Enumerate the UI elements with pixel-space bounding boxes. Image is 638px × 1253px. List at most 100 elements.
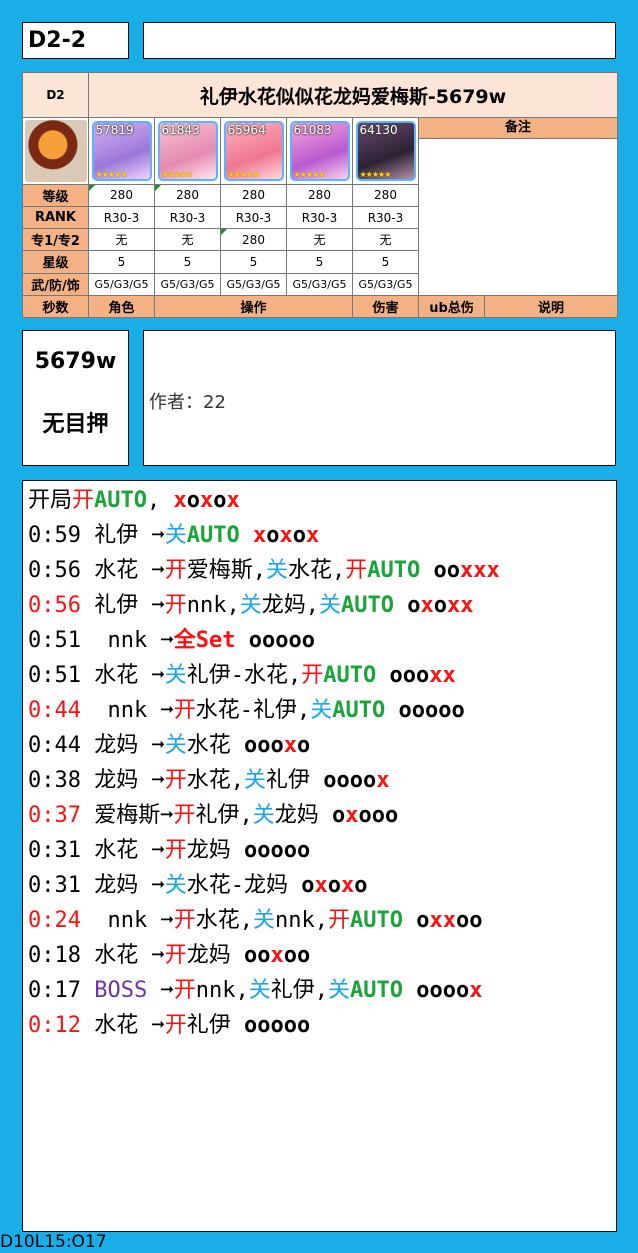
timeline-line: 开局开AUTO, xoxox	[23, 483, 616, 518]
timeline-segment: ➞	[151, 943, 165, 968]
timeline-segment: nnk,	[195, 978, 249, 1003]
star-icons: ★★★★★	[293, 170, 326, 180]
timeline-segment: 开	[173, 908, 196, 933]
timeline-segment	[240, 523, 253, 548]
char-power: 61843	[161, 123, 200, 138]
timeline-segment: 0:31 龙妈	[28, 873, 152, 898]
timeline-segment: 关	[164, 523, 187, 548]
timeline-segment: 礼伊	[266, 768, 324, 793]
timeline-segment: 礼伊-水花,	[186, 663, 302, 688]
timeline-segment: 全Set	[173, 628, 236, 653]
boss-icon	[24, 120, 87, 183]
level-value: 280	[88, 183, 155, 208]
timeline-line: 0:31 水花 ➞开龙妈 ooooo	[23, 833, 616, 868]
hit-marks: oooxx	[389, 663, 456, 688]
timeline-segment	[403, 908, 416, 933]
team-title: 礼伊水花似似花龙妈爱梅斯-5679w	[87, 71, 619, 119]
timeline-segment	[420, 558, 433, 583]
timeline-segment: ,	[147, 488, 174, 513]
timeline-segment: 0:17	[28, 978, 95, 1003]
timeline-segment: 开	[164, 593, 187, 618]
timeline-segment: AUTO	[350, 978, 403, 1003]
star-icons: ★★★★★	[227, 170, 260, 180]
timeline-segment: 开	[164, 943, 187, 968]
timeline-segment: 龙妈	[186, 943, 244, 968]
timeline-segment: nnk,	[186, 593, 240, 618]
header-action: 操作	[154, 294, 353, 319]
timeline-segment	[147, 978, 160, 1003]
timeline-line: 0:37 爱梅斯➞开礼伊,关龙妈 oxooo	[23, 798, 616, 833]
timeline-segment: BOSS	[94, 978, 148, 1003]
equipment-value: G5/G3/G5	[352, 272, 419, 296]
timeline-segment: 0:56 水花	[28, 558, 152, 583]
header-description: 说明	[483, 294, 619, 319]
star-value: 5	[220, 250, 287, 274]
note-box: 作者：22	[143, 330, 616, 466]
timeline-segment: 水花-龙妈	[186, 873, 302, 898]
notes-header: 备注	[419, 118, 617, 140]
timeline-segment: AUTO	[367, 558, 421, 583]
timeline-segment: ➞	[151, 768, 165, 793]
timeline-segment: 0:31 水花	[28, 838, 152, 863]
timeline-segment: 礼伊,	[270, 978, 328, 1003]
timeline-segment: ➞	[151, 873, 165, 898]
timeline-segment: ➞	[151, 1013, 165, 1038]
timeline-segment: 水花,	[195, 908, 253, 933]
timeline-segment	[385, 698, 398, 723]
timeline-segment: AUTO	[341, 593, 394, 618]
timeline-segment: 水花,	[288, 558, 346, 583]
hit-marks: oxoxo	[301, 873, 368, 898]
timeline-segment: 开	[173, 698, 196, 723]
timeline-segment: ➞	[160, 978, 174, 1003]
timeline-segment: AUTO	[350, 908, 403, 933]
timeline-segment: 0:44 龙妈	[28, 733, 152, 758]
timeline-segment: 礼伊,	[195, 803, 253, 828]
timeline-segment: AUTO	[323, 663, 377, 688]
unique-value: 无	[88, 228, 155, 252]
timeline-line: 0:59 礼伊 ➞关AUTO xoxox	[23, 518, 616, 553]
timeline-line: 0:24 nnk ➞开水花,关nnk,开AUTO oxxoo	[23, 903, 616, 938]
timeline-line: 0:18 水花 ➞开龙妈 ooxoo	[23, 938, 616, 973]
timeline-segment: 开局	[28, 488, 73, 513]
header-damage: 伤害	[352, 294, 419, 319]
character-portrait-5: 64130 ★★★★★	[355, 121, 416, 182]
timeline-segment: 关	[319, 593, 342, 618]
char-cell-2: 61843 ★★★★★	[154, 117, 221, 185]
timeline-segment: 0:51 水花	[28, 663, 152, 688]
timeline-line: 0:38 龙妈 ➞开水花,关礼伊 oooox	[23, 763, 616, 798]
timeline-segment: 水花	[186, 733, 244, 758]
timeline-segment: 关	[164, 873, 187, 898]
stage-label: D2	[22, 71, 89, 119]
row-label-level: 等级	[22, 183, 89, 208]
timeline-segment: ➞	[151, 663, 165, 688]
timeline-segment: nnk	[80, 698, 161, 723]
header-role: 角色	[88, 294, 155, 319]
row-label-star: 星级	[22, 250, 89, 274]
timeline-segment: 关	[266, 558, 289, 583]
unique-value: 280	[220, 228, 287, 252]
char-power: 57819	[95, 123, 134, 138]
unique-value: 无	[286, 228, 353, 252]
star-value: 5	[352, 250, 419, 274]
timeline-segment: 龙妈	[186, 838, 244, 863]
timeline-segment: 开	[164, 558, 187, 583]
rank-value: R30-3	[352, 206, 419, 230]
hit-marks: ooooo	[398, 698, 465, 723]
char-power: 64130	[359, 123, 398, 138]
hit-marks: xoxox	[252, 523, 320, 548]
timeline-segment	[235, 628, 248, 653]
star-icons: ★★★★★	[359, 170, 392, 180]
timeline-segment: 关	[248, 978, 271, 1003]
character-portrait-2: 61843 ★★★★★	[157, 121, 218, 182]
timeline-segment: 关	[327, 978, 350, 1003]
rank-value: R30-3	[286, 206, 353, 230]
character-portrait-4: 61083 ★★★★★	[289, 121, 350, 182]
level-value: 280	[220, 183, 287, 208]
equipment-value: G5/G3/G5	[154, 272, 221, 296]
timeline-segment: 开	[173, 803, 196, 828]
timeline-segment: 0:37	[28, 803, 81, 828]
equipment-value: G5/G3/G5	[220, 272, 287, 296]
timeline-segment: 礼伊	[186, 1013, 244, 1038]
char-cell-5: 64130 ★★★★★	[352, 117, 419, 185]
row-label-rank: RANK	[22, 206, 89, 230]
